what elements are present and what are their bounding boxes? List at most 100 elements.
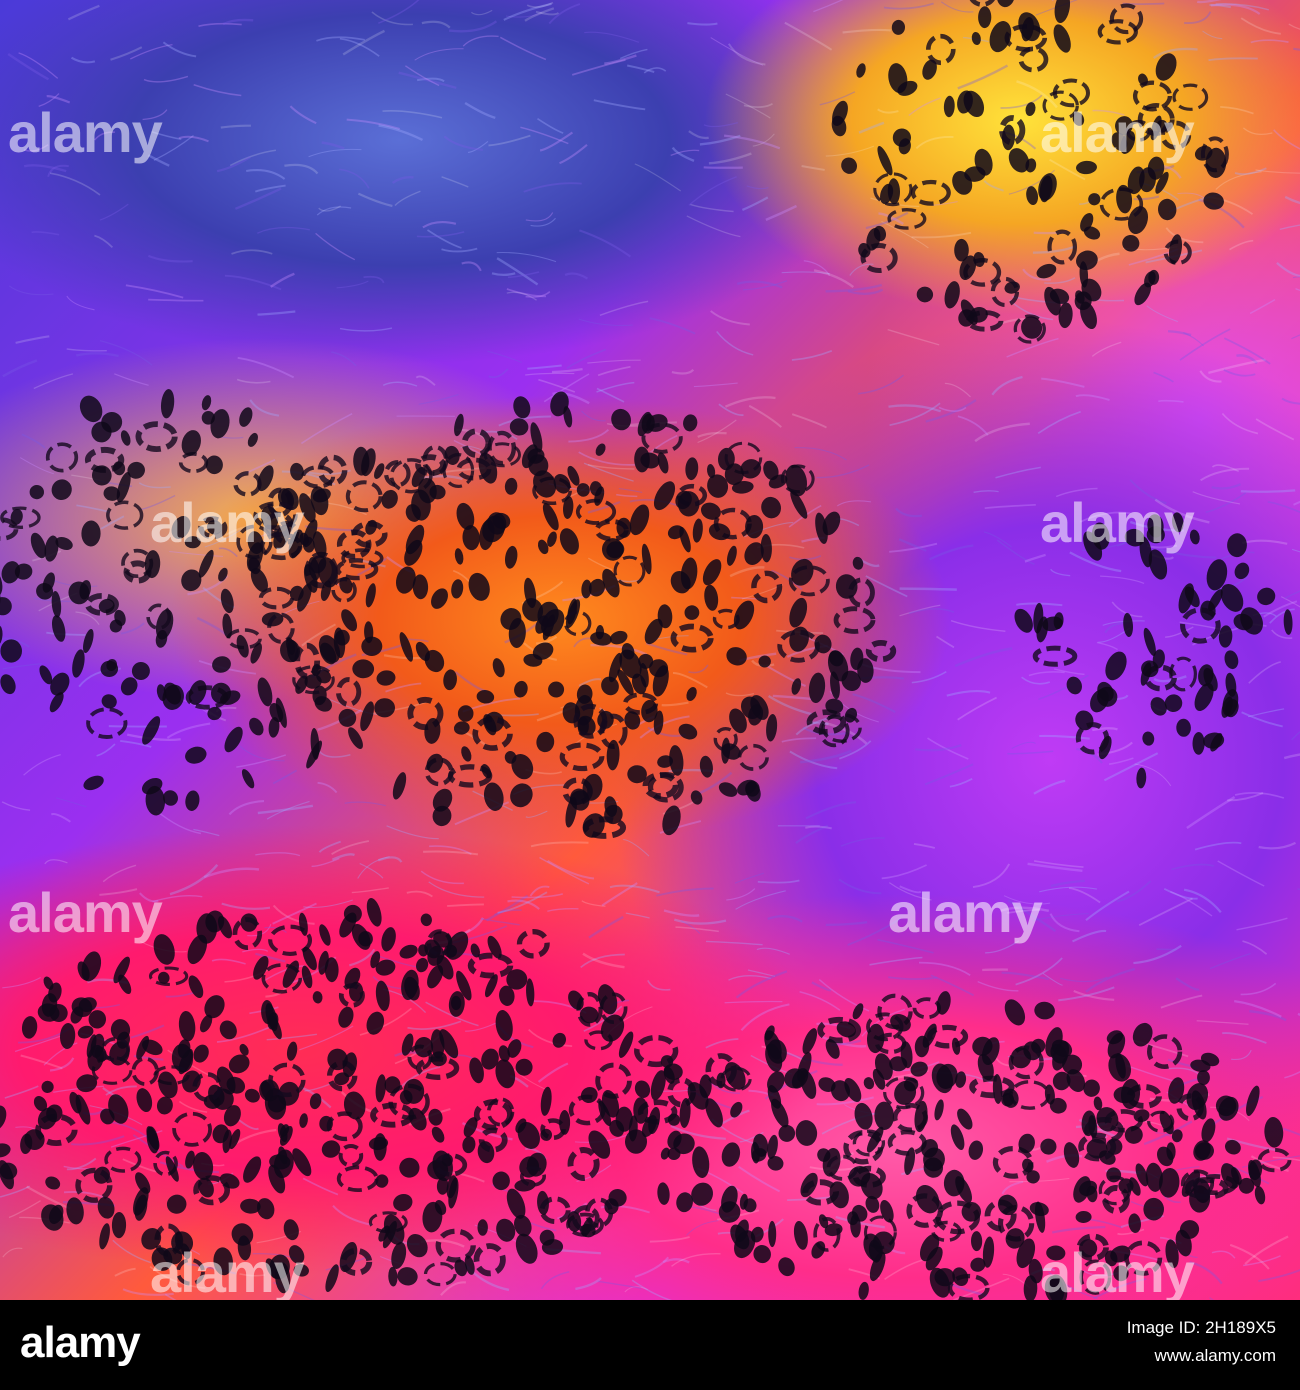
solid-spot [1054,0,1071,24]
solid-spot [201,395,212,411]
solid-spot [0,625,3,645]
solid-spot [721,1142,741,1167]
solid-spot [510,783,533,808]
rosette-spot [912,997,942,1020]
solid-spot [916,286,934,303]
solid-spot [492,1171,510,1191]
solid-spot [426,753,444,773]
solid-spot [802,1028,818,1055]
solid-spot [559,1110,571,1135]
watermark: alamy [150,491,305,554]
solid-spot [461,746,472,762]
rosette-spot [106,500,144,530]
solid-spot [1132,1022,1153,1047]
rosette-spot [737,743,769,771]
solid-spot [249,717,264,736]
solid-spot [793,1220,808,1250]
solid-spot [989,21,1012,53]
solid-spot [224,726,243,753]
solid-spot [653,481,676,511]
solid-spot [81,951,102,982]
solid-spot [290,462,304,481]
solid-spot [514,680,528,698]
solid-spot [1155,53,1177,81]
rosette-spot [1047,229,1077,265]
solid-spot [373,1133,387,1161]
rosette-spot [670,623,714,653]
rosette-spot [1146,1034,1183,1070]
solid-spot [51,615,66,642]
solid-spot [420,913,432,927]
solid-spot [483,782,504,811]
solid-spot [361,636,383,657]
rosette-spot [1257,1147,1292,1173]
solid-spot [699,755,713,778]
rosette-spot [435,1228,476,1263]
solid-spot [944,281,960,309]
solid-spot [504,545,518,569]
solid-spot [391,1242,407,1269]
solid-spot [1124,1125,1143,1144]
rosette-spot [335,677,362,707]
watermark: alamy [8,101,163,164]
solid-spot [181,430,201,456]
solid-spot [1264,1117,1284,1148]
solid-spot [978,6,992,29]
solid-spot [212,656,231,673]
solid-spot [312,991,323,1004]
rosette-spot [86,707,128,739]
solid-spot [1075,710,1094,731]
solid-spot [45,1176,61,1190]
rosette-spot [559,742,605,772]
solid-spot [397,1267,418,1286]
solid-spot [1143,1197,1165,1221]
solid-spot [0,597,12,616]
solid-spot [476,690,495,704]
solid-spot [852,1003,864,1020]
solid-spot [515,1058,533,1076]
solid-spot [536,731,555,753]
solid-spot [1128,1213,1141,1233]
solid-spot [477,1219,488,1236]
solid-spot [678,723,698,740]
solid-spot [611,408,632,431]
solid-spot [29,484,44,500]
solid-spot [1136,767,1147,789]
solid-spot [808,672,826,704]
solid-spot [165,1156,179,1182]
solid-spot [997,1194,1018,1216]
solid-spot [854,1102,873,1130]
solid-spot [178,1010,196,1042]
solid-spot [704,584,719,611]
solid-spot [1036,263,1057,279]
solid-spot [513,396,531,419]
rosette-spot [634,1034,679,1068]
solid-spot [432,788,453,812]
solid-spot [451,579,464,599]
solid-spot [381,927,396,952]
rosette-spot [135,421,178,453]
solid-spot [201,411,215,425]
rosette-spot [487,430,517,466]
solid-spot [72,649,85,678]
rosette-spot [516,929,550,959]
solid-spot [595,443,606,456]
solid-spot [1224,650,1239,670]
solid-spot [111,1212,127,1239]
solid-spot [540,1086,552,1116]
rosette-spot [301,465,336,489]
solid-spot [366,1011,385,1035]
solid-spot [761,496,781,519]
solid-spot [120,430,131,446]
solid-spot [1142,731,1155,746]
solid-spot [996,0,1015,8]
rosette-spot [1032,645,1078,667]
solid-spot [366,898,382,927]
rosette-spot [887,207,927,230]
solid-spot [1034,1001,1055,1020]
solid-spot [142,716,161,745]
solid-spot [309,1093,322,1110]
rosette-spot [473,1243,506,1277]
solid-spot [692,518,703,543]
rosette-spot [1180,607,1221,644]
